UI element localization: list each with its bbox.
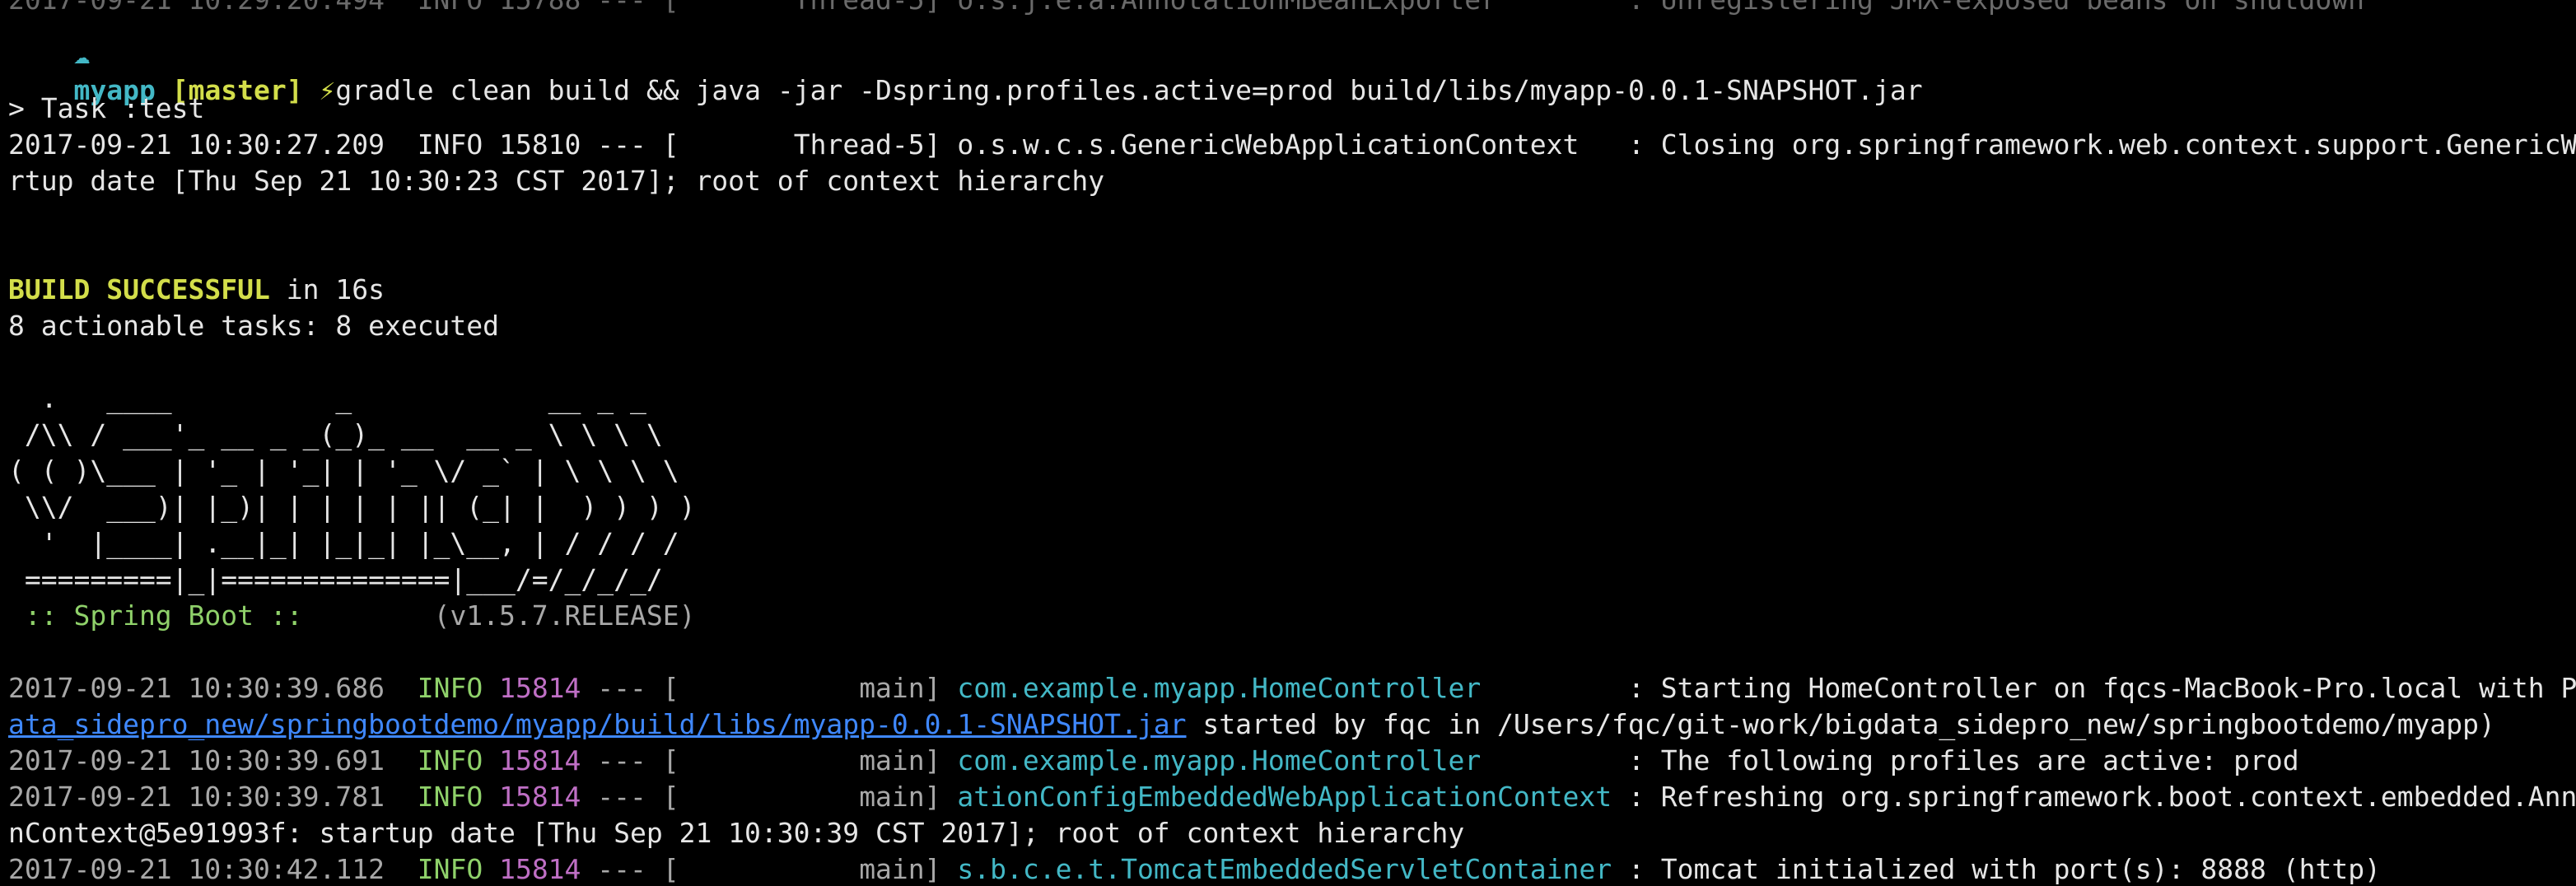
log-separator: --- [597, 853, 646, 885]
build-tasks-summary: 8 actionable tasks: 8 executed [8, 310, 500, 342]
spring-boot-label: :: Spring Boot :: [8, 599, 320, 632]
log-message: : Starting HomeController on fqcs-MacBoo… [1628, 672, 2576, 704]
log-logger: s.b.c.e.t.TomcatEmbeddedServletContainer [957, 853, 1612, 885]
log-logger: com.example.myapp.HomeController [957, 672, 1612, 704]
jar-path-link[interactable]: ata_sidepro_new/springbootdemo/myapp/bui… [8, 708, 1186, 740]
log-thread: [ main] [662, 853, 941, 885]
log-separator: --- [597, 672, 646, 704]
log-message: : Tomcat initialized with port(s): 8888 … [1628, 853, 2381, 885]
cloud-icon: ☁ [73, 38, 91, 70]
log-line: 2017-09-21 10:30:42.112 INFO 15814 --- [… [8, 851, 2381, 886]
log-message: : The following profiles are active: pro… [1628, 744, 2299, 776]
log-line: 2017-09-21 10:30:39.686 INFO 15814 --- [… [8, 670, 2576, 706]
log-timestamp: 2017-09-21 10:30:39.691 [8, 744, 385, 776]
build-successful-label: BUILD SUCCESSFUL [8, 273, 270, 305]
log-line: 2017-09-21 10:30:39.781 INFO 15814 --- [… [8, 779, 2576, 815]
log-pid: 15814 [499, 781, 581, 813]
lightning-icon: ⚡ [319, 74, 336, 106]
log-timestamp: 2017-09-21 10:30:39.781 [8, 781, 385, 813]
terminal-window[interactable]: 2017-09-21 10:29:20.494 INFO 15788 --- [… [0, 0, 2576, 886]
log-wrap-line: ata_sidepro_new/springbootdemo/myapp/bui… [8, 706, 2495, 743]
log-line: 2017-09-21 10:30:27.209 INFO 15810 --- [… [8, 127, 2576, 163]
log-level: INFO [417, 853, 483, 885]
gradle-task-line: > Task :test [8, 92, 205, 124]
log-wrap-line: nContext@5e91993f: startup date [Thu Sep… [8, 817, 1465, 849]
log-thread: [ main] [662, 744, 941, 776]
log-level: INFO [417, 781, 483, 813]
spring-banner-line: . ____ _ __ _ _ [8, 382, 646, 414]
log-thread: [ Thread-5] [662, 128, 941, 161]
log-thread: [ main] [662, 672, 941, 704]
build-status-line: BUILD SUCCESSFUL in 16s [8, 272, 385, 308]
spring-banner-line: ' |____| .__|_| |_|_| |_\__, | / / / / [8, 527, 679, 559]
shell-prompt-line: ☁ myapp [master] ⚡gradle clean build && … [8, 0, 1922, 106]
spring-banner-line: /\\ / ___'_ __ _ _(_)_ __ __ _ \ \ \ \ [8, 418, 663, 450]
spring-banner-line: =========|_|==============|___/=/_/_/_/ [8, 563, 663, 595]
spring-banner-line: ( ( )\___ | '_ | '_| | '_ \/ _` | \ \ \ … [8, 455, 679, 487]
log-message: : Closing org.springframework.web.contex… [1628, 128, 2576, 161]
spring-boot-version: (v1.5.7.RELEASE) [319, 599, 696, 632]
log-wrap-line: rtup date [Thu Sep 21 10:30:23 CST 2017]… [8, 165, 1105, 197]
build-time: in 16s [269, 273, 385, 305]
log-line: 2017-09-21 10:30:39.691 INFO 15814 --- [… [8, 743, 2299, 779]
log-separator: --- [597, 781, 646, 813]
log-pid: 15814 [499, 744, 581, 776]
log-logger: ationConfigEmbeddedWebApplicationContext [957, 781, 1612, 813]
log-pid: 15814 [499, 672, 581, 704]
spring-banner-line: \\/ ___)| |_)| | | | | || (_| | ) ) ) ) [8, 491, 696, 523]
log-thread: [ main] [662, 781, 941, 813]
log-separator: --- [597, 744, 646, 776]
log-pid: 15810 [499, 128, 581, 161]
log-level: INFO [417, 128, 483, 161]
log-timestamp: 2017-09-21 10:30:42.112 [8, 853, 385, 885]
log-timestamp: 2017-09-21 10:30:27.209 [8, 128, 385, 161]
log-pid: 15814 [499, 853, 581, 885]
log-message: : Refreshing org.springframework.boot.co… [1628, 781, 2576, 813]
spring-boot-version-line: :: Spring Boot :: (v1.5.7.RELEASE) [8, 598, 696, 634]
log-logger: o.s.w.c.s.GenericWebApplicationContext [957, 128, 1580, 161]
log-separator: --- [597, 128, 646, 161]
log-wrap-text: started by fqc in /Users/fqc/git-work/bi… [1186, 708, 2495, 740]
log-logger: com.example.myapp.HomeController [957, 744, 1612, 776]
log-level: INFO [417, 744, 483, 776]
log-level: INFO [417, 672, 483, 704]
log-timestamp: 2017-09-21 10:30:39.686 [8, 672, 385, 704]
shell-command: gradle clean build && java -jar -Dspring… [335, 74, 1923, 106]
